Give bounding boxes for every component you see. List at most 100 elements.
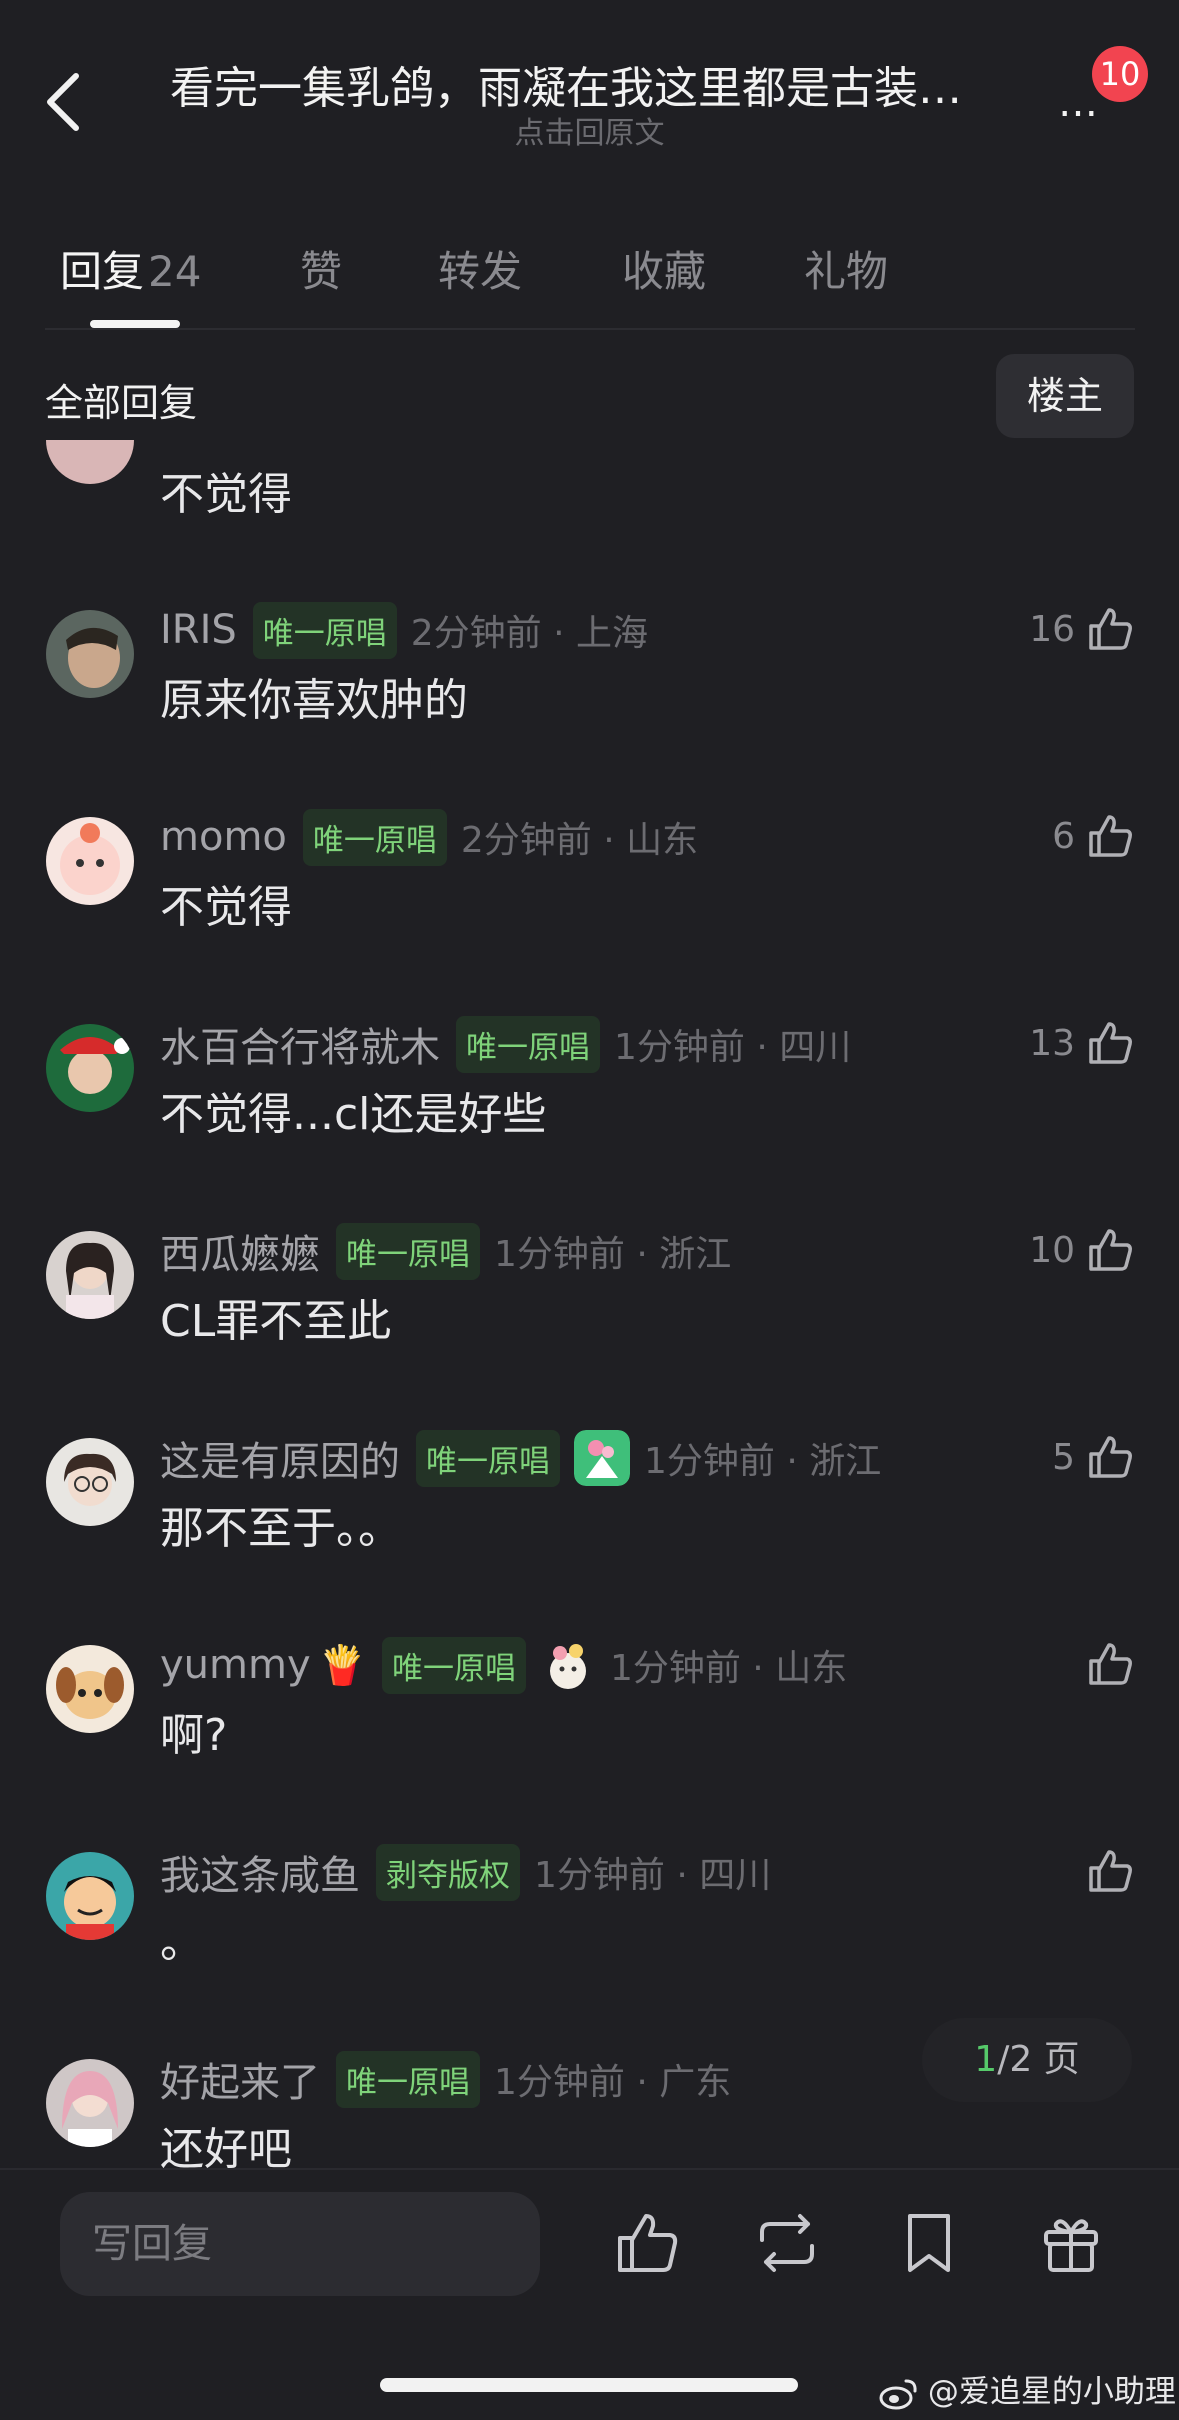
comment-text[interactable]: 原来你喜欢肿的 [160, 664, 468, 728]
comment-meta: 这是有原因的 唯一原唱 1分钟前 · 浙江 [160, 1428, 881, 1488]
weibo-logo-icon [879, 2379, 917, 2409]
tab-replies[interactable]: 回复24 [60, 238, 201, 299]
fries-emoji: 🍟 [318, 1642, 366, 1687]
reply-input[interactable]: 写回复 [60, 2192, 540, 2296]
avatar[interactable] [46, 610, 134, 698]
username[interactable]: 好起来了 [160, 2050, 320, 2108]
all-replies-label[interactable]: 全部回复 [45, 372, 197, 427]
like-button[interactable]: 13 [1029, 1018, 1135, 1068]
comment-meta: 我这条咸鱼 剥夺版权 1分钟前 · 四川 [160, 1842, 771, 1902]
page-indicator[interactable]: 1/2 页 [922, 2018, 1132, 2102]
comment-item: 水百合行将就木 唯一原唱 1分钟前 · 四川 不觉得...cl还是好些 13 [0, 1014, 1179, 1194]
username[interactable]: IRIS [160, 607, 237, 653]
tab-reposts[interactable]: 转发 [438, 238, 522, 299]
comment-item: yummy 🍟 唯一原唱 1分钟前 · 山东 啊? [0, 1635, 1179, 1815]
avatar[interactable] [46, 1645, 134, 1733]
more-options-button[interactable]: … [1058, 83, 1101, 123]
comment-text: 不觉得 [160, 469, 292, 520]
user-tag: 唯一原唱 [381, 1636, 526, 1694]
avatar[interactable] [46, 1852, 134, 1940]
bookmark-icon[interactable] [894, 2208, 964, 2278]
comment-meta: 西瓜嬷嬷 唯一原唱 1分钟前 · 浙江 [160, 1221, 731, 1281]
tab-replies-count: 24 [148, 247, 202, 296]
header: 看完一集乳鸽，雨凝在我这里都是古装… 点击回原文 … 10 [0, 0, 1179, 152]
thumbs-up-icon [1089, 1436, 1132, 1478]
username[interactable]: momo [160, 814, 287, 860]
notification-badge: 10 [1092, 46, 1148, 102]
watermark-text: @爱追星的小助理 [927, 2374, 1176, 2410]
tab-favorites[interactable]: 收藏 [622, 238, 706, 299]
like-count: 5 [1052, 1436, 1075, 1478]
user-tag: 剥夺版权 [376, 1843, 520, 1901]
comment-text[interactable]: 不觉得 [160, 871, 292, 935]
current-page: 1 [974, 2039, 998, 2080]
comment-meta: 好起来了 唯一原唱 1分钟前 · 广东 [160, 2049, 731, 2109]
tab-replies-label: 回复 [60, 247, 145, 296]
avatar[interactable] [46, 1024, 134, 1112]
avatar[interactable] [46, 817, 134, 905]
username[interactable]: 我这条咸鱼 [160, 1843, 360, 1901]
bottom-action-bar: 写回复 @爱追星的小助理 [0, 2168, 1179, 2420]
tab-divider [45, 328, 1135, 330]
thumbs-up-icon [1089, 815, 1132, 857]
flower-sticker-icon [574, 1430, 630, 1486]
timestamp-location: 2分钟前 · 上海 [410, 613, 649, 654]
comment-item: IRIS 唯一原唱 2分钟前 · 上海 原来你喜欢肿的 16 [0, 600, 1179, 780]
avatar[interactable] [46, 2059, 134, 2147]
watermark: @爱追星的小助理 [878, 2366, 1176, 2411]
like-button[interactable]: 6 [1052, 811, 1135, 861]
comment-meta: momo 唯一原唱 2分钟前 · 山东 [160, 807, 698, 867]
like-button[interactable]: 5 [1052, 1432, 1135, 1482]
like-button[interactable] [1075, 1846, 1135, 1896]
comment-meta: IRIS 唯一原唱 2分钟前 · 上海 [160, 600, 648, 660]
thumbs-up-icon[interactable] [612, 2208, 682, 2278]
timestamp-location: 1分钟前 · 四川 [614, 1027, 852, 1068]
comment-item: 这是有原因的 唯一原唱 1分钟前 · 浙江 那不至于。。 5 [0, 1428, 1179, 1608]
comment-item: 我这条咸鱼 剥夺版权 1分钟前 · 四川 。 [0, 1842, 1179, 2022]
user-tag: 唯一原唱 [252, 601, 397, 659]
like-count: 6 [1052, 815, 1075, 857]
tab-likes[interactable]: 赞 [300, 238, 342, 299]
comment-item: 西瓜嬷嬷 唯一原唱 1分钟前 · 浙江 CL罪不至此 10 [0, 1221, 1179, 1401]
username[interactable]: yummy [160, 1642, 311, 1688]
tab-gifts[interactable]: 礼物 [804, 238, 888, 299]
comment-text[interactable]: 不觉得...cl还是好些 [160, 1078, 546, 1142]
comment-text[interactable]: CL罪不至此 [160, 1285, 391, 1349]
like-button[interactable]: 16 [1029, 604, 1135, 654]
avatar[interactable] [46, 1231, 134, 1319]
timestamp-location: 1分钟前 · 山东 [609, 1648, 848, 1689]
gift-icon[interactable] [1036, 2208, 1106, 2278]
alpaca-sticker-icon [549, 1644, 586, 1689]
avatar[interactable] [46, 1438, 134, 1526]
avatar[interactable] [46, 440, 134, 484]
back-to-original-link[interactable]: 点击回原文 [0, 108, 1179, 152]
timestamp-location: 2分钟前 · 山东 [460, 820, 699, 861]
timestamp-location: 1分钟前 · 四川 [534, 1855, 772, 1896]
comment-meta: 水百合行将就木 唯一原唱 1分钟前 · 四川 [160, 1014, 851, 1074]
repost-icon[interactable] [752, 2208, 822, 2278]
username[interactable]: 水百合行将就木 [160, 1015, 440, 1073]
host-only-button[interactable]: 楼主 [996, 354, 1134, 438]
like-button[interactable] [1075, 1639, 1135, 1689]
home-indicator [380, 2378, 798, 2392]
thumbs-up-icon [1089, 1643, 1132, 1685]
like-button[interactable]: 10 [1029, 1225, 1135, 1275]
username[interactable]: 西瓜嬷嬷 [160, 1222, 320, 1280]
comment-text[interactable]: 。 [160, 1906, 204, 1970]
user-tag: 唯一原唱 [302, 808, 447, 866]
user-tag: 唯一原唱 [456, 1015, 600, 1073]
like-count: 16 [1029, 608, 1075, 650]
thumbs-up-icon [1089, 1022, 1132, 1064]
total-pages: /2 页 [997, 2039, 1080, 2080]
user-tag: 唯一原唱 [336, 2050, 480, 2108]
timestamp-location: 1分钟前 · 浙江 [644, 1441, 882, 1482]
tab-bar: 回复24 赞 转发 收藏 礼物 [0, 230, 1179, 330]
username[interactable]: 这是有原因的 [160, 1429, 400, 1487]
comment-text[interactable]: 那不至于。。 [160, 1492, 402, 1556]
comment-meta: yummy 🍟 唯一原唱 1分钟前 · 山东 [160, 1635, 847, 1695]
comment-text[interactable]: 啊? [160, 1699, 227, 1763]
thumbs-up-icon [1089, 1229, 1132, 1271]
timestamp-location: 1分钟前 · 浙江 [494, 1234, 732, 1275]
like-count: 13 [1029, 1022, 1075, 1064]
post-title[interactable]: 看完一集乳鸽，雨凝在我这里都是古装… [170, 52, 1010, 116]
